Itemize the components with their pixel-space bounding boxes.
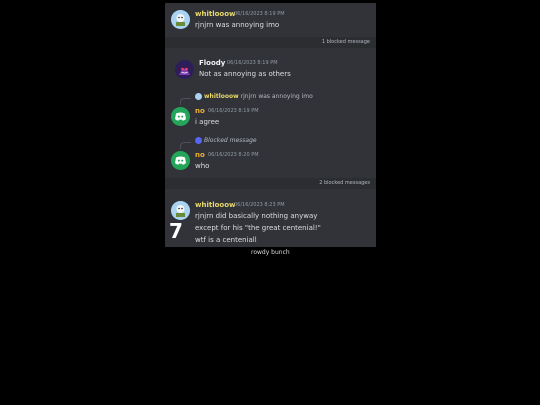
blocked-count: 2 blocked messages bbox=[319, 180, 370, 186]
avatar[interactable] bbox=[175, 60, 194, 79]
blocked-count: 1 blocked message bbox=[321, 39, 370, 45]
message-text: i agree bbox=[195, 118, 220, 126]
avatar[interactable] bbox=[171, 10, 190, 29]
message-floody: Floody 06/16/2023 8:19 PM Not as annoyin… bbox=[165, 57, 376, 81]
timestamp: 06/16/2023 8:19 PM bbox=[208, 108, 259, 114]
discord-avatar[interactable] bbox=[171, 107, 190, 126]
author-name[interactable]: whitlooow bbox=[195, 201, 236, 209]
discord-avatar[interactable] bbox=[171, 151, 190, 170]
chat-panel: whitlooow 06/16/2023 8:19 PM rjnjrn was … bbox=[165, 3, 376, 247]
reply-text: rjnjrn was annoying imo bbox=[240, 93, 313, 100]
message-no-1: no 06/16/2023 8:19 PM i agree bbox=[165, 105, 376, 129]
avatar[interactable] bbox=[171, 201, 190, 220]
caption: rowdy bunch bbox=[251, 249, 290, 256]
timestamp: 06/16/2023 8:19 PM bbox=[227, 60, 278, 66]
author-name[interactable]: whitlooow bbox=[195, 10, 236, 18]
blocked-divider[interactable]: 2 blocked messages bbox=[165, 178, 376, 189]
reply-connector bbox=[180, 98, 191, 105]
blocked-icon bbox=[195, 137, 202, 144]
timestamp: 06/16/2023 8:19 PM bbox=[234, 11, 285, 17]
reply-connector bbox=[180, 142, 191, 149]
message-text: Not as annoying as others bbox=[199, 70, 291, 78]
timestamp: 06/16/2023 8:20 PM bbox=[208, 152, 259, 158]
blocked-divider[interactable]: 1 blocked message bbox=[165, 37, 376, 48]
message-text-line: except for his "the great centenial!" bbox=[195, 224, 321, 232]
message-whitlooow-1: whitlooow 06/16/2023 8:19 PM rjnjrn was … bbox=[165, 8, 376, 32]
reply-preview[interactable]: Blocked message bbox=[195, 137, 257, 144]
reply-text: Blocked message bbox=[204, 137, 257, 144]
author-name[interactable]: Floody bbox=[199, 59, 225, 67]
message-text: who bbox=[195, 162, 210, 170]
message-whitlooow-2: whitlooow 06/16/2023 8:23 PM rjnjrn did … bbox=[165, 199, 376, 247]
reply-author: whitlooow bbox=[204, 93, 239, 100]
reply-avatar bbox=[195, 93, 202, 100]
reply-preview[interactable]: whitlooow rjnjrn was annoying imo bbox=[195, 93, 313, 100]
author-name[interactable]: no bbox=[195, 151, 205, 159]
timestamp: 06/16/2023 8:23 PM bbox=[234, 202, 285, 208]
message-text: rjnjrn was annoying imo bbox=[195, 21, 280, 29]
message-no-2: no 06/16/2023 8:20 PM who bbox=[165, 149, 376, 173]
overlay-number: 7 bbox=[169, 219, 183, 243]
author-name[interactable]: no bbox=[195, 107, 205, 115]
message-text-line: rjnjrn did basically nothing anyway bbox=[195, 212, 318, 220]
message-text-line: wtf is a centeniall bbox=[195, 236, 257, 244]
